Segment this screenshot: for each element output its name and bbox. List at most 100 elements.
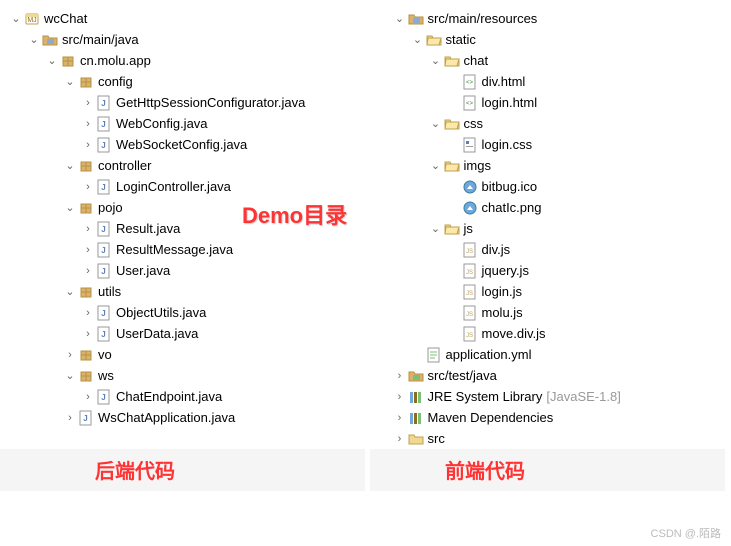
- expand-icon[interactable]: ›: [80, 244, 96, 256]
- tree-node-label: WebConfig.java: [116, 116, 208, 131]
- watermark: CSDN @.陌路: [651, 525, 721, 541]
- tree-node[interactable]: ⌄js: [366, 218, 731, 239]
- tree-node[interactable]: ⌄ css: [366, 113, 731, 134]
- package-icon: [78, 200, 94, 216]
- tree-node[interactable]: ⌄static: [366, 29, 731, 50]
- expand-icon[interactable]: ›: [80, 223, 96, 235]
- expand-icon[interactable]: ›: [392, 412, 408, 424]
- tree-node-label: login.js: [482, 284, 522, 299]
- tree-node[interactable]: ›J WebConfig.java: [0, 113, 366, 134]
- tree-node[interactable]: ·JSdiv.js: [366, 239, 731, 260]
- tree-node[interactable]: ⌄controller: [0, 155, 366, 176]
- tree-node-label: LoginController.java: [116, 179, 231, 194]
- expand-icon[interactable]: ›: [392, 391, 408, 403]
- tree-node[interactable]: ›JUser.java: [0, 260, 366, 281]
- folder-open-icon: [444, 221, 460, 237]
- tree-node[interactable]: ⌄src/main/resources: [366, 8, 731, 29]
- tree-node-label: cn.molu.app: [80, 53, 151, 68]
- expand-icon[interactable]: ›: [80, 328, 96, 340]
- library-icon: [408, 410, 424, 426]
- collapse-icon[interactable]: ⌄: [410, 33, 426, 46]
- tree-node[interactable]: ⌄ utils: [0, 281, 366, 302]
- collapse-icon[interactable]: ⌄: [428, 117, 444, 130]
- tree-node-label: UserData.java: [116, 326, 198, 341]
- tree-node-label: src: [428, 431, 445, 446]
- tree-node[interactable]: › J WebSocketConfig.java: [0, 134, 366, 155]
- collapse-icon[interactable]: ⌄: [26, 33, 42, 46]
- tree-node[interactable]: ·chatIc.png: [366, 197, 731, 218]
- caption-bg-left: [0, 449, 365, 491]
- collapse-icon[interactable]: ⌄: [62, 201, 78, 214]
- java-icon: J: [96, 116, 112, 132]
- expand-icon[interactable]: ›: [62, 349, 78, 361]
- collapse-icon[interactable]: ⌄: [428, 222, 444, 235]
- collapse-icon[interactable]: ⌄: [392, 12, 408, 25]
- tree-node-label: css: [464, 116, 484, 131]
- tree-node[interactable]: ·JSjquery.js: [366, 260, 731, 281]
- expand-icon[interactable]: ›: [392, 433, 408, 445]
- tree-node-label: utils: [98, 284, 121, 299]
- tree-node[interactable]: ·bitbug.ico: [366, 176, 731, 197]
- tree-node-label: Result.java: [116, 221, 180, 236]
- expand-icon[interactable]: ›: [62, 412, 78, 424]
- collapse-icon[interactable]: ⌄: [62, 159, 78, 172]
- tree-node[interactable]: ›Maven Dependencies: [366, 407, 731, 428]
- expand-icon[interactable]: ›: [80, 97, 96, 109]
- collapse-icon[interactable]: ⌄: [62, 285, 78, 298]
- tree-node-label: src/test/java: [428, 368, 497, 383]
- tree-node[interactable]: ›JGetHttpSessionConfigurator.java: [0, 92, 366, 113]
- tree-node[interactable]: ⌄ cn.molu.app: [0, 50, 366, 71]
- js-icon: JS: [462, 305, 478, 321]
- tree-node[interactable]: ·<>login.html: [366, 92, 731, 113]
- tree-node[interactable]: ·JSlogin.js: [366, 281, 731, 302]
- expand-icon[interactable]: ›: [80, 265, 96, 277]
- tree-node[interactable]: ›vo: [0, 344, 366, 365]
- tree-node[interactable]: ›JResultMessage.java: [0, 239, 366, 260]
- java-icon: J: [96, 263, 112, 279]
- backend-caption: 后端代码: [95, 455, 175, 484]
- collapse-icon[interactable]: ⌄: [62, 75, 78, 88]
- tree-node[interactable]: ·JSmove.div.js: [366, 323, 731, 344]
- expand-icon[interactable]: ›: [80, 181, 96, 193]
- tree-node[interactable]: ⌄ws: [0, 365, 366, 386]
- tree-node-label: pojo: [98, 200, 123, 215]
- js-icon: JS: [462, 242, 478, 258]
- tree-node[interactable]: ·application.yml: [366, 344, 731, 365]
- java-icon: J: [78, 410, 94, 426]
- tree-node[interactable]: › src/test/java: [366, 365, 731, 386]
- collapse-icon[interactable]: ⌄: [62, 369, 78, 382]
- collapse-icon[interactable]: ⌄: [428, 159, 444, 172]
- tree-node[interactable]: ⌄imgs: [366, 155, 731, 176]
- expand-icon[interactable]: ›: [80, 139, 96, 151]
- src-folder-icon: [408, 11, 424, 27]
- tree-node[interactable]: ·JSmolu.js: [366, 302, 731, 323]
- tree-node[interactable]: ⌄MJwcChat: [0, 8, 366, 29]
- tree-node[interactable]: ⌄chat: [366, 50, 731, 71]
- tree-node[interactable]: ›JRE System Library[JavaSE-1.8]: [366, 386, 731, 407]
- collapse-icon[interactable]: ⌄: [8, 12, 24, 25]
- tree-node[interactable]: ⌄src/main/java: [0, 29, 366, 50]
- tree-node[interactable]: › J WsChatApplication.java: [0, 407, 366, 428]
- tree-node[interactable]: ·<>div.html: [366, 71, 731, 92]
- collapse-icon[interactable]: ⌄: [428, 54, 444, 67]
- tree-node[interactable]: ·login.css: [366, 134, 731, 155]
- java-icon: J: [96, 305, 112, 321]
- tree-node[interactable]: ⌄config: [0, 71, 366, 92]
- svg-text:J: J: [101, 225, 105, 234]
- svg-text:J: J: [83, 414, 87, 423]
- expand-icon[interactable]: ›: [80, 391, 96, 403]
- svg-text:J: J: [101, 141, 105, 150]
- tree-node-label: WebSocketConfig.java: [116, 137, 247, 152]
- tree-node[interactable]: ›JUserData.java: [0, 323, 366, 344]
- src-folder-test-icon: [408, 368, 424, 384]
- collapse-icon[interactable]: ⌄: [44, 54, 60, 67]
- expand-icon[interactable]: ›: [80, 118, 96, 130]
- folder-open-icon: [426, 32, 442, 48]
- tree-node[interactable]: ›JObjectUtils.java: [0, 302, 366, 323]
- tree-node[interactable]: › src: [366, 428, 731, 449]
- tree-node-label: WsChatApplication.java: [98, 410, 235, 425]
- tree-node[interactable]: ›JChatEndpoint.java: [0, 386, 366, 407]
- tree-node[interactable]: ›JLoginController.java: [0, 176, 366, 197]
- expand-icon[interactable]: ›: [80, 307, 96, 319]
- expand-icon[interactable]: ›: [392, 370, 408, 382]
